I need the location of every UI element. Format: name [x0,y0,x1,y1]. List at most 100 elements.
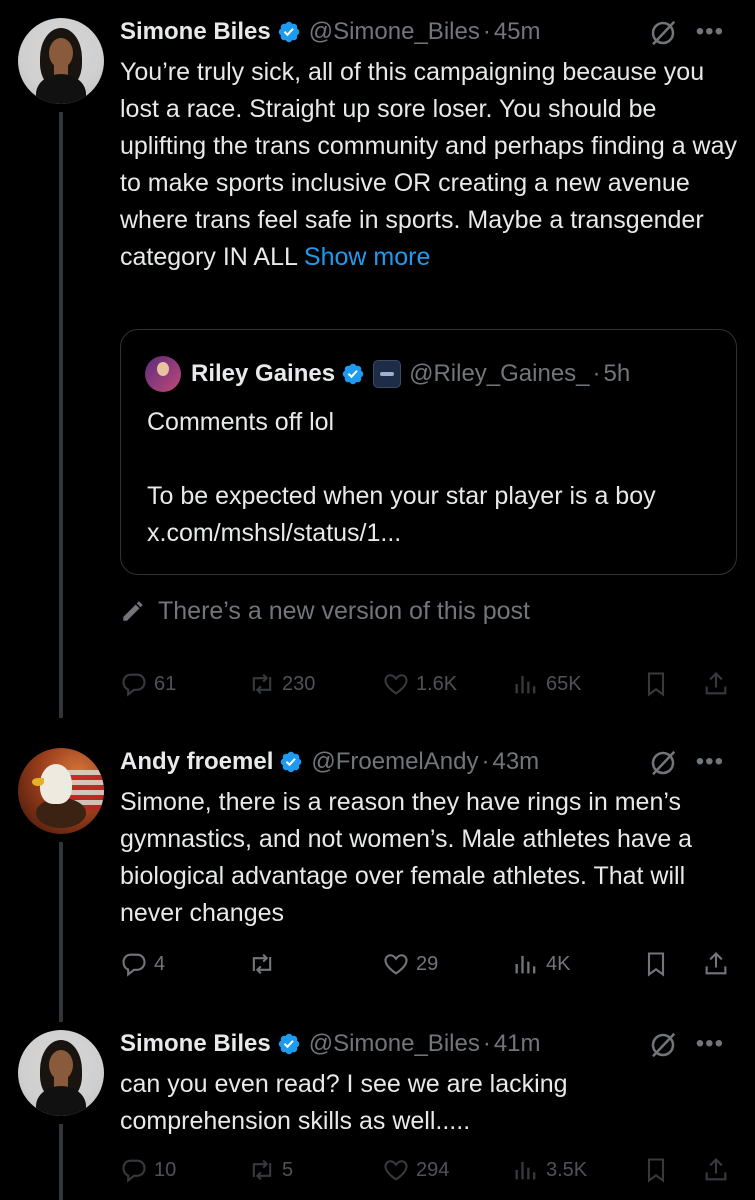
like-count: 294 [416,1158,450,1181]
grok-icon[interactable] [648,1030,678,1060]
reply-count: 61 [154,672,177,695]
timestamp[interactable]: 45m [494,18,541,46]
action-bar: 61 230 1.6K 65K [120,666,740,702]
verified-badge-icon [279,750,303,774]
share-button[interactable] [702,946,736,982]
repost-icon [248,670,276,698]
avatar[interactable] [18,1030,104,1116]
grok-icon[interactable] [648,748,678,778]
quoted-text-line: To be expected when your star player is … [147,482,656,547]
timestamp[interactable]: 43m [492,748,539,776]
thread-line [59,112,63,718]
tweet[interactable]: Andy froemel @FroemelAndy · 43m ••• Simo… [0,730,755,1022]
reply-icon [120,670,148,698]
separator: · [482,1030,491,1057]
views-icon [512,1156,540,1184]
thread-line [59,1124,63,1200]
tweet-text: Simone, there is a reason they have ring… [120,784,720,932]
tweet-body: You’re truly sick, all of this campaigni… [120,58,738,271]
heart-icon [382,950,410,978]
new-version-text: There’s a new version of this post [158,596,530,625]
share-icon [702,950,730,978]
share-icon [702,1156,730,1184]
reply-button[interactable]: 10 [120,1152,176,1188]
view-count: 65K [546,672,582,695]
more-icon[interactable]: ••• [696,1030,724,1058]
more-icon[interactable]: ••• [696,18,724,46]
reply-icon [120,950,148,978]
quoted-author-handle: @Riley_Gaines_ [409,360,590,387]
quoted-text-line: Comments off lol [147,408,335,436]
author-handle[interactable]: @Simone_Biles [309,18,480,46]
repost-count: 5 [282,1158,294,1181]
repost-count: 230 [282,672,316,695]
share-icon [702,670,730,698]
tweet[interactable]: Simone Biles @Simone_Biles · 45m ••• You… [0,0,755,718]
bookmark-icon [642,950,670,978]
author-handle[interactable]: @FroemelAndy [311,748,478,776]
affiliation-badge-icon [373,360,402,388]
heart-icon [382,670,410,698]
grok-icon[interactable] [648,18,678,48]
repost-button[interactable] [248,946,282,982]
bookmark-icon [642,1156,670,1184]
views-button[interactable]: 4K [512,946,570,982]
separator: · [592,360,601,387]
timestamp[interactable]: 41m [494,1030,541,1058]
bookmark-icon [642,670,670,698]
repost-button[interactable]: 230 [248,666,315,702]
view-count: 3.5K [546,1158,588,1181]
views-icon [512,950,540,978]
tweet-body: can you even read? I see we are lacking … [120,1070,568,1135]
author-handle[interactable]: @Simone_Biles [309,1030,480,1058]
action-bar: 10 5 294 3.5K [120,1152,740,1188]
quoted-avatar [145,356,181,392]
tweet-text: You’re truly sick, all of this campaigni… [120,54,740,276]
heart-icon [382,1156,410,1184]
bookmark-button[interactable] [642,1152,676,1188]
separator: · [482,18,491,45]
views-button[interactable]: 65K [512,666,582,702]
bookmark-button[interactable] [642,666,676,702]
like-button[interactable]: 1.6K [382,666,457,702]
avatar[interactable] [18,18,104,104]
action-bar: 4 29 4K [120,946,740,982]
bookmark-button[interactable] [642,946,676,982]
tweet-text: can you even read? I see we are lacking … [120,1066,680,1140]
show-more-link[interactable]: Show more [304,243,430,271]
repost-icon [248,1156,276,1184]
tweet-body: Simone, there is a reason they have ring… [120,788,693,927]
share-button[interactable] [702,666,736,702]
reply-count: 10 [154,1158,177,1181]
reply-button[interactable]: 61 [120,666,176,702]
separator: · [481,748,490,775]
quoted-tweet[interactable]: Riley Gaines @Riley_Gaines_ · 5h Comment… [120,329,737,575]
quoted-timestamp: 5h [603,360,631,387]
repost-icon [248,950,276,978]
quoted-author-name: Riley Gaines [191,360,336,387]
views-icon [512,670,540,698]
like-button[interactable]: 29 [382,946,438,982]
repost-button[interactable]: 5 [248,1152,293,1188]
reply-count: 4 [154,952,166,975]
tweet[interactable]: Simone Biles @Simone_Biles · 41m ••• can… [0,1012,755,1200]
reply-icon [120,1156,148,1184]
like-count: 1.6K [416,672,458,695]
new-version-notice[interactable]: There’s a new version of this post [120,593,530,629]
pencil-icon [120,598,146,624]
author-name[interactable]: Andy froemel [120,748,273,776]
reply-button[interactable]: 4 [120,946,165,982]
view-count: 4K [546,952,571,975]
more-icon[interactable]: ••• [696,748,724,776]
avatar[interactable] [18,748,104,834]
like-count: 29 [416,952,439,975]
verified-badge-icon [341,362,365,386]
author-name[interactable]: Simone Biles [120,18,271,46]
verified-badge-icon [277,20,301,44]
views-button[interactable]: 3.5K [512,1152,587,1188]
share-button[interactable] [702,1152,736,1188]
verified-badge-icon [277,1032,301,1056]
thread-line [59,842,63,1022]
author-name[interactable]: Simone Biles [120,1030,271,1058]
like-button[interactable]: 294 [382,1152,449,1188]
